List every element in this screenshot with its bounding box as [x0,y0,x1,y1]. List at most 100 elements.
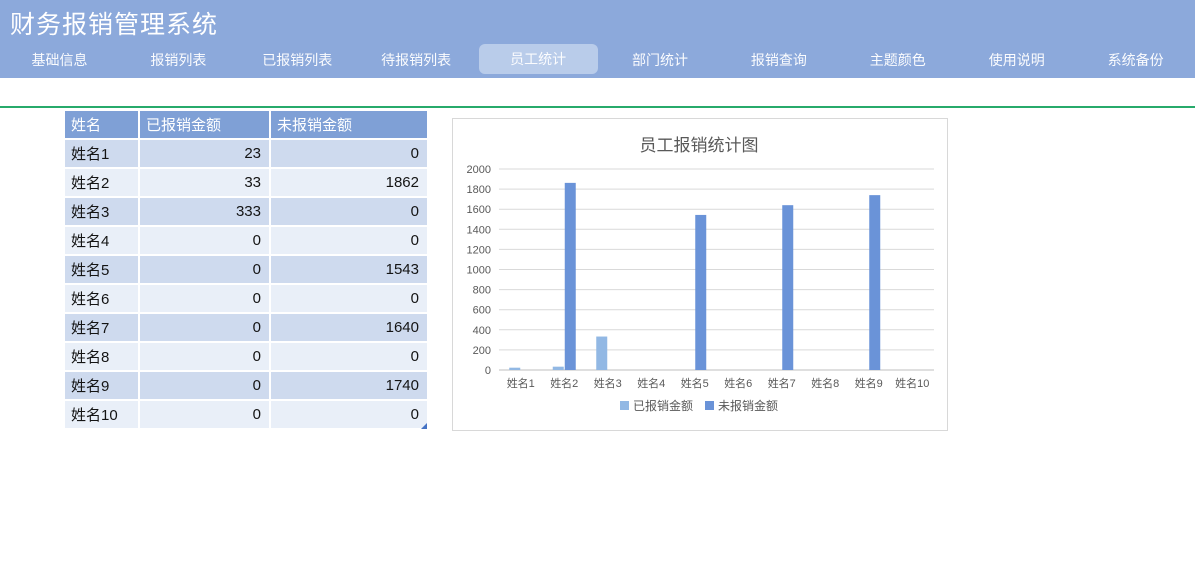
svg-text:姓名4: 姓名4 [637,376,665,390]
name-cell[interactable]: 姓名3 [65,197,140,227]
employee-table: 姓名 已报销金额 未报销金额 姓名1 23 0 姓名2 33 1862 姓名3 333 0 姓名4… [65,111,429,430]
reimbursed-cell[interactable]: 0 [139,371,271,401]
name-cell[interactable]: 姓名6 [65,284,140,314]
column-header-unreimbursed: 未报销金额 [270,111,429,140]
svg-text:1400: 1400 [467,224,491,236]
unreimbursed-cell[interactable]: 1543 [270,255,429,285]
legend-label: 未报销金额 [718,398,778,413]
reimbursed-cell[interactable]: 33 [139,168,271,198]
svg-text:姓名2: 姓名2 [550,376,578,390]
nav-tab-reimburse-query[interactable]: 报销查询 [719,42,838,78]
table-row: 姓名6 0 0 [65,284,429,314]
nav-tab-reimburse-list[interactable]: 报销列表 [119,42,238,78]
nav-tab-employee-stats[interactable]: 员工统计 [478,44,598,74]
bar [564,182,576,370]
unreimbursed-cell[interactable]: 0 [270,284,429,314]
reimbursed-cell[interactable]: 23 [139,139,271,169]
name-cell[interactable]: 姓名8 [65,342,140,372]
unreimbursed-cell[interactable]: 1740 [270,371,429,401]
svg-text:姓名5: 姓名5 [681,376,709,390]
table-row: 姓名9 0 1740 [65,371,429,401]
table-row: 姓名2 33 1862 [65,168,429,198]
name-cell[interactable]: 姓名5 [65,255,140,285]
reimbursed-cell[interactable]: 0 [139,342,271,372]
table-row: 姓名3 333 0 [65,197,429,227]
legend-swatch-reimbursed [620,401,629,410]
table-row: 姓名1 23 0 [65,139,429,169]
app-header: 财务报销管理系统 [0,0,1195,42]
chart-title: 员工报销统计图 [640,136,759,155]
nav-tab-system-backup[interactable]: 系统备份 [1076,42,1195,78]
svg-text:2000: 2000 [467,164,491,176]
employee-chart: 员工报销统计图 0 200 400 600 800 1000 1200 1400 1600 1800… [452,118,948,431]
svg-text:0: 0 [485,365,491,377]
table-body: 姓名1 23 0 姓名2 33 1862 姓名3 333 0 姓名4 0 0 姓名5 0 1543 姓名6 0 0… [65,139,429,430]
reimbursed-cell[interactable]: 0 [139,313,271,343]
svg-text:姓名1: 姓名1 [507,376,535,390]
nav-tab-usage-help[interactable]: 使用说明 [957,42,1076,78]
bar [869,195,881,370]
table-row: 姓名7 0 1640 [65,313,429,343]
app-root: 财务报销管理系统 基础信息 报销列表 已报销列表 待报销列表 员工统计 部门统计 报销查询主… [0,0,1195,568]
svg-text:1200: 1200 [467,244,491,256]
chart-gridlines [499,168,934,371]
name-cell[interactable]: 姓名2 [65,168,140,198]
chart-legend: 已报销金额 未报销金额 [620,398,778,413]
bar-series-reimbursed [509,336,608,370]
table-resize-handle[interactable] [421,423,427,429]
svg-text:姓名6: 姓名6 [724,376,752,390]
name-cell[interactable]: 姓名9 [65,371,140,401]
nav-tab-pending-list[interactable]: 待报销列表 [357,42,476,78]
svg-text:800: 800 [473,285,491,297]
y-axis-labels: 0 200 400 600 800 1000 1200 1400 1600 1800 2000 [467,164,491,377]
svg-text:1600: 1600 [467,204,491,216]
legend-swatch-unreimbursed [705,401,714,410]
reimbursed-cell[interactable]: 0 [139,284,271,314]
reimbursed-cell[interactable]: 0 [139,226,271,256]
table-row: 姓名8 0 0 [65,342,429,372]
column-header-name: 姓名 [65,111,140,140]
unreimbursed-cell[interactable]: 0 [270,139,429,169]
nav-tab-reimbursed-list[interactable]: 已报销列表 [238,42,357,78]
page-title: 财务报销管理系统 [10,11,219,39]
svg-text:1000: 1000 [467,265,491,277]
bar [552,366,564,370]
svg-text:姓名7: 姓名7 [768,376,796,390]
svg-text:姓名8: 姓名8 [811,376,839,390]
reimbursed-cell[interactable]: 0 [139,255,271,285]
bar [509,367,521,370]
name-cell[interactable]: 姓名4 [65,226,140,256]
table-row: 姓名4 0 0 [65,226,429,256]
svg-text:600: 600 [473,305,491,317]
nav-tab-department-stats[interactable]: 部门统计 [601,42,720,78]
name-cell[interactable]: 姓名10 [65,400,140,430]
employee-chart-svg: 员工报销统计图 0 200 400 600 800 1000 1200 1400 1600 1800… [467,136,934,413]
legend-label: 已报销金额 [633,398,693,413]
unreimbursed-cell[interactable]: 1862 [270,168,429,198]
table-header-row: 姓名 已报销金额 未报销金额 [65,111,429,140]
unreimbursed-cell[interactable]: 0 [270,197,429,227]
table-row: 姓名5 0 1543 [65,255,429,285]
bar [782,205,794,370]
svg-text:姓名9: 姓名9 [855,376,883,390]
reimbursed-cell[interactable]: 0 [139,400,271,430]
name-cell[interactable]: 姓名7 [65,313,140,343]
svg-text:400: 400 [473,325,491,337]
name-cell[interactable]: 姓名1 [65,139,140,169]
nav-tab-theme-color[interactable]: 主题颜色 [838,42,957,78]
column-header-reimbursed: 已报销金额 [139,111,271,140]
bar [695,214,707,370]
bar [596,336,608,370]
unreimbursed-cell[interactable]: 0 [270,400,429,430]
unreimbursed-cell[interactable]: 0 [270,342,429,372]
svg-text:姓名10: 姓名10 [895,376,929,390]
unreimbursed-cell[interactable]: 1640 [270,313,429,343]
svg-text:1800: 1800 [467,184,491,196]
green-divider [0,106,1195,108]
svg-text:姓名3: 姓名3 [594,376,622,390]
unreimbursed-cell[interactable]: 0 [270,226,429,256]
svg-text:200: 200 [473,345,491,357]
nav-tab-basic-info[interactable]: 基础信息 [0,42,119,78]
bar-series-unreimbursed [564,182,881,370]
reimbursed-cell[interactable]: 333 [139,197,271,227]
